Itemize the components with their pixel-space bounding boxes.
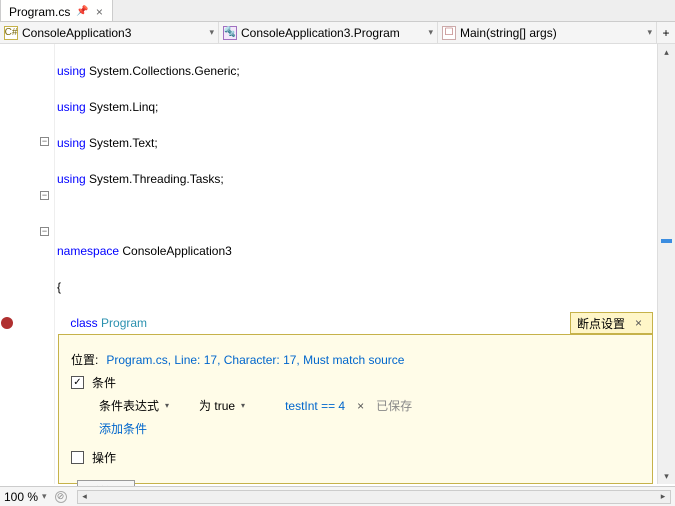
breakpoint-glyph[interactable] [1, 317, 13, 329]
kw: using [57, 136, 86, 150]
nav-class-label: ConsoleApplication3.Program [241, 26, 400, 40]
chevron-down-icon: ▾ [165, 401, 169, 410]
close-tab-icon[interactable]: × [93, 5, 106, 19]
txt: ConsoleApplication3 [119, 244, 232, 258]
dd-label: 条件表达式 [99, 397, 159, 414]
close-icon[interactable]: × [631, 316, 646, 330]
no-issues-icon[interactable]: ⊘ [55, 491, 67, 503]
kw: using [57, 64, 86, 78]
saved-label: 已保存 [376, 397, 412, 414]
fold-toggle[interactable]: − [40, 137, 49, 146]
condition-expression[interactable]: testInt == 4 [285, 399, 345, 413]
ws [57, 316, 70, 330]
code-editor: ▥ − − − using System.Collections.Generic… [0, 44, 675, 484]
scroll-marker [661, 239, 672, 243]
condition-type-dropdown[interactable]: 条件表达式 ▾ [99, 397, 169, 414]
chevron-down-icon: ▾ [647, 27, 652, 38]
remove-condition-icon[interactable]: × [353, 399, 368, 413]
fold-toggle[interactable]: − [40, 227, 49, 236]
plus-icon: + [662, 26, 669, 40]
txt: { [55, 278, 657, 296]
nav-project-label: ConsoleApplication3 [22, 26, 131, 40]
txt: System.Linq; [86, 100, 159, 114]
nav-add-button[interactable]: + [657, 22, 675, 43]
nav-project-dropdown[interactable]: C# ConsoleApplication3 ▾ [0, 22, 219, 43]
chevron-down-icon: ▾ [209, 27, 214, 38]
kw: using [57, 100, 86, 114]
zoom-level[interactable]: 100 % [4, 490, 38, 504]
nav-member-dropdown[interactable]: ☐ Main(string[] args) ▾ [438, 22, 657, 43]
chevron-down-icon[interactable]: ▾ [42, 491, 47, 502]
csharp-icon: C# [4, 26, 18, 40]
breakpoint-settings-panel: 位置: Program.cs, Line: 17, Character: 17,… [58, 334, 653, 484]
pin-icon[interactable]: 📌 [76, 6, 88, 17]
class-icon: 🔩 [223, 26, 237, 40]
kw: namespace [57, 244, 119, 258]
actions-label: 操作 [92, 449, 116, 466]
status-bar: 100 % ▾ ⊘ ◂ ▸ [0, 486, 675, 506]
add-condition-link[interactable]: 添加条件 [99, 420, 147, 437]
txt: System.Collections.Generic; [86, 64, 240, 78]
panel-title: 断点设置 [577, 315, 625, 332]
tab-title: Program.cs [9, 5, 70, 19]
conditions-label: 条件 [92, 374, 116, 391]
scroll-right-icon[interactable]: ▸ [656, 491, 670, 503]
chevron-down-icon: ▾ [241, 401, 245, 410]
txt: System.Text; [86, 136, 158, 150]
chevron-down-icon: ▾ [428, 27, 433, 38]
breakpoint-panel-header: 断点设置 × [570, 312, 653, 334]
conditions-checkbox[interactable]: ✓ [71, 376, 84, 389]
navigation-bar: C# ConsoleApplication3 ▾ 🔩 ConsoleApplic… [0, 22, 675, 44]
actions-checkbox[interactable] [71, 451, 84, 464]
location-link[interactable]: Program.cs, Line: 17, Character: 17, Mus… [106, 353, 404, 367]
txt: System.Threading.Tasks; [86, 172, 224, 186]
nav-class-dropdown[interactable]: 🔩 ConsoleApplication3.Program ▾ [219, 22, 438, 43]
kw: class [70, 316, 97, 330]
fold-toggle[interactable]: − [40, 191, 49, 200]
typ: Program [101, 316, 147, 330]
nav-member-label: Main(string[] args) [460, 26, 557, 40]
method-icon: ☐ [442, 26, 456, 40]
vertical-scrollbar[interactable]: ▴ ▾ [657, 44, 675, 484]
editor-gutter[interactable]: − − − [0, 44, 55, 484]
kw: using [57, 172, 86, 186]
location-label: 位置: [71, 351, 98, 368]
condition-mode-dropdown[interactable]: 为 true ▾ [199, 397, 245, 414]
scroll-left-icon[interactable]: ◂ [78, 491, 92, 503]
scroll-up-icon[interactable]: ▴ [658, 44, 675, 60]
dd-label: 为 true [199, 397, 235, 414]
file-tab[interactable]: Program.cs 📌 × [0, 0, 113, 21]
scroll-down-icon[interactable]: ▾ [658, 468, 675, 484]
tab-bar: Program.cs 📌 × [0, 0, 675, 22]
horizontal-scrollbar[interactable]: ◂ ▸ [77, 490, 671, 504]
